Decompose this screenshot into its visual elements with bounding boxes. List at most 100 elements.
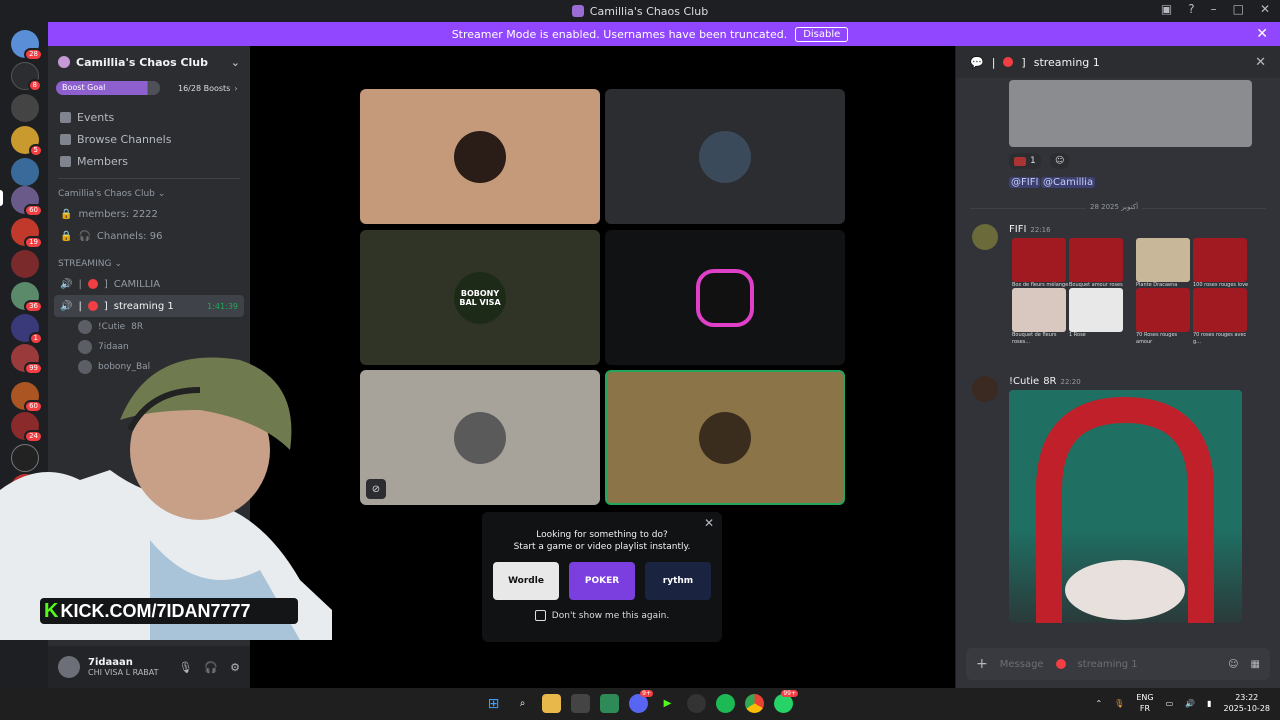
video-tile[interactable] [360, 89, 600, 224]
guild-header[interactable]: Camillia's Chaos Club ⌄ [48, 46, 250, 78]
chevron-up-icon[interactable]: ⌃ [1095, 699, 1102, 708]
disable-streamer-mode-button[interactable]: Disable [795, 26, 849, 42]
video-tile[interactable]: ⊘ [360, 370, 600, 505]
kick-app-icon[interactable]: ▶ [658, 694, 677, 713]
clock[interactable]: 23:22 2025-10-28 [1224, 692, 1271, 714]
close-banner-icon[interactable]: ✕ [1256, 26, 1268, 42]
nav-browse-channels[interactable]: Browse Channels [48, 128, 250, 150]
message-input[interactable]: + Message streaming 1 ☺ ▦ [966, 648, 1270, 680]
avatar[interactable] [972, 224, 998, 250]
boost-goal[interactable]: Boost Goal 16/28 Boosts › [56, 80, 242, 96]
microphone-icon[interactable]: 🎙 [1114, 699, 1124, 708]
server-icon[interactable]: 1 [11, 314, 43, 345]
activity-card-poker[interactable]: POKER [569, 562, 635, 600]
minimize-button[interactable]: – [1211, 2, 1217, 16]
close-icon[interactable]: ✕ [1255, 55, 1266, 70]
category-info[interactable]: Camillia's Chaos Club ⌄ [48, 185, 250, 203]
server-icon[interactable]: 5 [11, 126, 43, 157]
mention-badge: 36 [24, 300, 43, 313]
volume-icon[interactable]: 🔊 [1185, 699, 1195, 708]
video-tile[interactable] [605, 89, 845, 224]
avatar[interactable] [58, 656, 80, 678]
server-icon[interactable]: 36 [11, 282, 43, 313]
dont-show-again[interactable]: Don't show me this again. [482, 610, 722, 621]
channel-members-count[interactable]: 🔒 members: 2222 [48, 203, 250, 225]
voice-channel-streaming-1[interactable]: 🔊 | ] streaming 1 1:41:39 [54, 295, 244, 317]
live-dot-icon [1003, 57, 1014, 67]
notification-badge: 99+ [781, 690, 798, 697]
help-icon[interactable]: ? [1188, 2, 1194, 16]
channel-prefix: | [78, 278, 82, 290]
product-card[interactable]: 70 roses rouges avec g... [1193, 288, 1251, 346]
embedded-image[interactable] [1009, 80, 1252, 147]
windows-start-icon[interactable]: ⊞ [484, 694, 503, 713]
server-icon[interactable]: 8 [11, 62, 42, 92]
server-icon[interactable] [11, 250, 39, 278]
store-icon[interactable] [571, 694, 590, 713]
camera-off-icon[interactable]: ⊘ [366, 479, 386, 499]
kick-url: KICK.COM/7IDAN7777 [60, 600, 251, 621]
whatsapp-icon[interactable]: 99+ [774, 690, 798, 713]
server-icon[interactable] [11, 94, 39, 122]
nav-members[interactable]: Members [48, 150, 250, 172]
mention[interactable]: @FIFI [1009, 177, 1041, 188]
activity-card-rythm[interactable]: rythm [645, 562, 711, 600]
message-author[interactable]: FIFI 22:16 [1009, 224, 1051, 235]
message-author[interactable]: !Cutie 8R 22:20 [1009, 376, 1081, 387]
chrome-icon[interactable] [745, 694, 764, 713]
search-icon[interactable]: ⌕ [513, 694, 532, 713]
plus-icon[interactable]: + [976, 656, 988, 672]
mention[interactable]: @Camillia [1041, 177, 1096, 188]
category-streaming[interactable]: STREAMING ⌄ [48, 255, 250, 273]
network-icon[interactable]: ▭ [1166, 699, 1174, 708]
activity-card-wordle[interactable]: Wordle [493, 562, 559, 600]
product-card[interactable]: 100 roses rouges love [1193, 238, 1251, 289]
clock-date: 2025-10-28 [1223, 704, 1271, 713]
apps-icon[interactable]: ▦ [1251, 659, 1260, 670]
video-tile-speaking[interactable] [605, 370, 845, 505]
product-card[interactable]: 1 Rose [1069, 288, 1127, 339]
live-dot-icon [1055, 659, 1066, 669]
embedded-image[interactable] [1009, 390, 1242, 623]
add-reaction-button[interactable]: ☺ [1050, 153, 1070, 169]
video-tile[interactable] [605, 230, 845, 365]
close-window-button[interactable]: ✕ [1260, 2, 1270, 16]
channel-channels-count[interactable]: 🔒 🎧 Channels: 96 [48, 225, 250, 247]
chat-header-suffix: ] [1021, 55, 1026, 69]
battery-icon[interactable]: ▮ [1207, 699, 1211, 708]
headphones-icon[interactable]: 🎧 [204, 661, 218, 674]
user-info[interactable]: 7idaaan CHI VISA L RABAT [88, 657, 159, 677]
gear-icon[interactable]: ⚙ [230, 661, 240, 674]
bluestacks-icon[interactable] [600, 694, 619, 713]
reaction[interactable]: 1 [1009, 153, 1041, 169]
product-card[interactable]: Bouquet de fleurs roses... [1012, 288, 1070, 346]
microphone-icon[interactable]: 🎙 [178, 661, 192, 674]
server-icon[interactable]: 19 [11, 218, 43, 249]
avatar[interactable] [972, 376, 998, 402]
nav-events[interactable]: Events [48, 106, 250, 128]
product-card[interactable]: Bouquet amour roses [1069, 238, 1127, 289]
category-info-label: Camillia's Chaos Club [58, 189, 155, 199]
folder-icon[interactable] [542, 694, 561, 713]
spotify-icon[interactable] [716, 694, 735, 713]
server-icon[interactable]: 28 [11, 30, 43, 61]
emoji-icon[interactable]: ☺ [1228, 659, 1238, 670]
maximize-button[interactable]: □ [1233, 2, 1244, 16]
inbox-icon[interactable]: ▣ [1161, 2, 1172, 16]
language-indicator[interactable]: ENG FR [1136, 692, 1153, 714]
video-tile[interactable]: BOBONY BAL VISA [360, 230, 600, 365]
voice-channel-camillia[interactable]: 🔊 | ] CAMILLIA [48, 273, 250, 295]
server-icon[interactable]: 60 [11, 186, 43, 217]
discord-icon[interactable]: 9+ [629, 690, 653, 713]
checkbox[interactable] [534, 610, 546, 621]
obs-icon[interactable] [687, 694, 706, 713]
channel-label: members: 2222 [78, 208, 158, 220]
date-divider-text: 28 أكتوبر 2025 [1086, 203, 1143, 211]
window-title-text: Camillia's Chaos Club [589, 4, 709, 18]
server-icon[interactable] [11, 158, 39, 186]
smiley-icon: ☺ [1055, 156, 1065, 166]
product-card[interactable]: 70 Roses rouges amour [1136, 288, 1194, 346]
boost-progress-bar: Boost Goal [56, 81, 160, 95]
voice-user[interactable]: !Cutie 8R [48, 317, 250, 337]
close-icon[interactable]: ✕ [704, 516, 714, 530]
